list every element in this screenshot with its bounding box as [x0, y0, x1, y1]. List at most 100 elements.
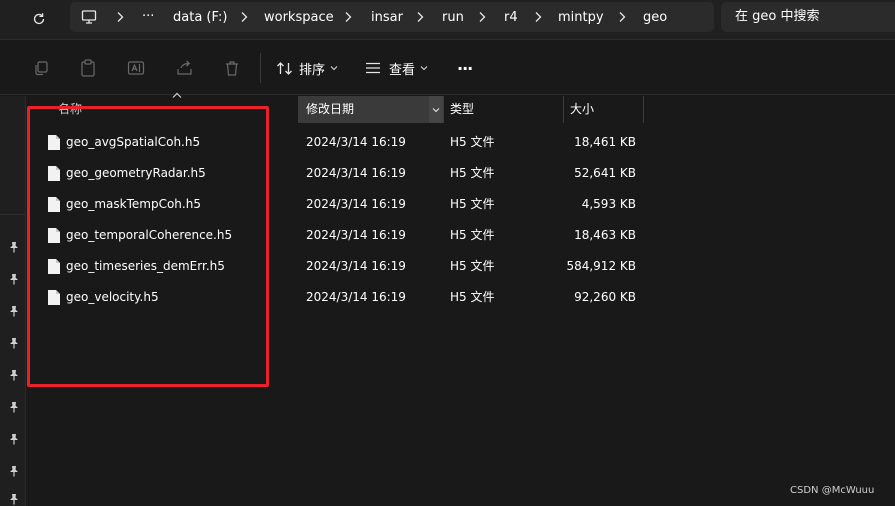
pin-icon[interactable] — [8, 240, 20, 254]
chevron-down-icon — [330, 65, 338, 71]
file-row[interactable]: geo_velocity.h5 2024/3/14 16:19 H5 文件 92… — [27, 282, 647, 313]
column-header-size[interactable]: 大小 — [563, 96, 643, 123]
view-label: 查看 — [389, 62, 416, 78]
breadcrumb-item-insar[interactable]: insar — [371, 8, 403, 28]
command-bar: 排序 查看 ··· — [0, 41, 895, 95]
file-icon — [48, 290, 60, 305]
sort-button[interactable]: 排序 — [276, 54, 338, 82]
file-type: H5 文件 — [450, 166, 495, 180]
file-size: 18,461 KB — [574, 135, 636, 149]
file-row[interactable]: geo_geometryRadar.h5 2024/3/14 16:19 H5 … — [27, 158, 647, 189]
file-date: 2024/3/14 16:19 — [306, 290, 406, 304]
breadcrumb[interactable]: ··· data (F:) workspace insar run r4 min… — [70, 2, 714, 32]
address-bar-row: ··· data (F:) workspace insar run r4 min… — [0, 0, 895, 40]
copy-icon — [35, 61, 48, 76]
breadcrumb-item-r4[interactable]: r4 — [504, 8, 518, 28]
file-name: geo_geometryRadar.h5 — [66, 166, 206, 180]
column-headers: 名称 修改日期 类型 大小 — [27, 92, 895, 124]
file-type: H5 文件 — [450, 228, 495, 242]
breadcrumb-more[interactable]: ··· — [142, 7, 154, 27]
clipboard-icon — [81, 59, 95, 77]
watermark-text: CSDN @McWuuu — [790, 485, 875, 496]
file-date: 2024/3/14 16:19 — [306, 228, 406, 242]
file-type: H5 文件 — [450, 135, 495, 149]
rename-button[interactable] — [122, 54, 150, 82]
file-icon — [48, 197, 60, 212]
file-date: 2024/3/14 16:19 — [306, 135, 406, 149]
chevron-right-icon[interactable] — [616, 10, 628, 24]
file-date: 2024/3/14 16:19 — [306, 166, 406, 180]
file-type: H5 文件 — [450, 259, 495, 273]
delete-button[interactable] — [218, 54, 246, 82]
paste-button[interactable] — [74, 54, 102, 82]
file-name: geo_timeseries_demErr.h5 — [66, 259, 225, 273]
file-row[interactable]: geo_maskTempCoh.h5 2024/3/14 16:19 H5 文件… — [27, 189, 647, 220]
chevron-down-icon — [432, 107, 440, 112]
chevron-right-icon[interactable] — [238, 10, 250, 24]
share-button[interactable] — [170, 54, 198, 82]
this-pc-icon[interactable] — [80, 9, 98, 25]
file-name: geo_avgSpatialCoh.h5 — [66, 135, 201, 149]
breadcrumb-item-mintpy[interactable]: mintpy — [558, 8, 604, 28]
file-name: geo_velocity.h5 — [66, 290, 159, 304]
file-icon — [48, 259, 60, 274]
column-filter-dropdown[interactable] — [429, 96, 443, 123]
sort-label: 排序 — [299, 62, 326, 78]
column-separator[interactable] — [643, 96, 644, 123]
column-header-date[interactable]: 修改日期 — [299, 96, 443, 123]
pin-icon[interactable] — [8, 336, 20, 350]
pin-icon[interactable] — [8, 304, 20, 318]
file-type: H5 文件 — [450, 197, 495, 211]
file-icon — [48, 228, 60, 243]
share-icon — [176, 60, 192, 75]
navigation-pane[interactable] — [0, 96, 26, 506]
file-size: 92,260 KB — [574, 290, 636, 304]
chevron-right-icon[interactable] — [114, 10, 126, 24]
view-button[interactable]: 查看 — [365, 54, 428, 82]
file-size: 4,593 KB — [581, 197, 636, 211]
breadcrumb-item-drive[interactable]: data (F:) — [173, 8, 227, 28]
column-separator[interactable] — [443, 96, 444, 123]
breadcrumb-item-workspace[interactable]: workspace — [264, 8, 334, 28]
chevron-down-icon — [420, 65, 428, 71]
more-options-button[interactable]: ··· — [457, 54, 473, 82]
file-type: H5 文件 — [450, 290, 495, 304]
rename-icon — [127, 61, 145, 75]
column-header-type[interactable]: 类型 — [443, 96, 563, 123]
refresh-icon — [33, 13, 45, 25]
column-separator[interactable] — [563, 96, 564, 123]
file-size: 52,641 KB — [574, 166, 636, 180]
file-date: 2024/3/14 16:19 — [306, 259, 406, 273]
breadcrumb-item-geo[interactable]: geo — [643, 8, 667, 28]
nav-divider — [0, 214, 26, 215]
chevron-right-icon[interactable] — [476, 10, 488, 24]
chevron-right-icon[interactable] — [532, 10, 544, 24]
copy-button[interactable] — [27, 54, 55, 82]
file-name: geo_maskTempCoh.h5 — [66, 197, 201, 211]
file-date: 2024/3/14 16:19 — [306, 197, 406, 211]
column-separator[interactable] — [298, 96, 299, 123]
file-icon — [48, 166, 60, 181]
file-row[interactable]: geo_temporalCoherence.h5 2024/3/14 16:19… — [27, 220, 647, 251]
pin-icon[interactable] — [8, 432, 20, 446]
command-bar-divider — [260, 53, 261, 83]
trash-icon — [226, 60, 238, 76]
search-input[interactable]: 在 geo 中搜索 — [721, 2, 895, 32]
file-row[interactable]: geo_avgSpatialCoh.h5 2024/3/14 16:19 H5 … — [27, 127, 647, 158]
file-row[interactable]: geo_timeseries_demErr.h5 2024/3/14 16:19… — [27, 251, 647, 282]
pin-icon[interactable] — [8, 272, 20, 286]
pin-icon[interactable] — [8, 400, 20, 414]
file-size: 584,912 KB — [566, 259, 636, 273]
pin-icon[interactable] — [8, 492, 20, 506]
chevron-right-icon[interactable] — [342, 10, 354, 24]
file-name: geo_temporalCoherence.h5 — [66, 228, 233, 242]
file-size: 18,463 KB — [574, 228, 636, 242]
chevron-right-icon[interactable] — [414, 10, 426, 24]
pin-icon[interactable] — [8, 368, 20, 382]
breadcrumb-item-run[interactable]: run — [442, 8, 464, 28]
pin-icon[interactable] — [8, 464, 20, 478]
file-icon — [48, 135, 60, 150]
refresh-button[interactable] — [24, 6, 54, 32]
column-header-name[interactable]: 名称 — [51, 96, 299, 123]
sort-icon — [277, 61, 292, 75]
